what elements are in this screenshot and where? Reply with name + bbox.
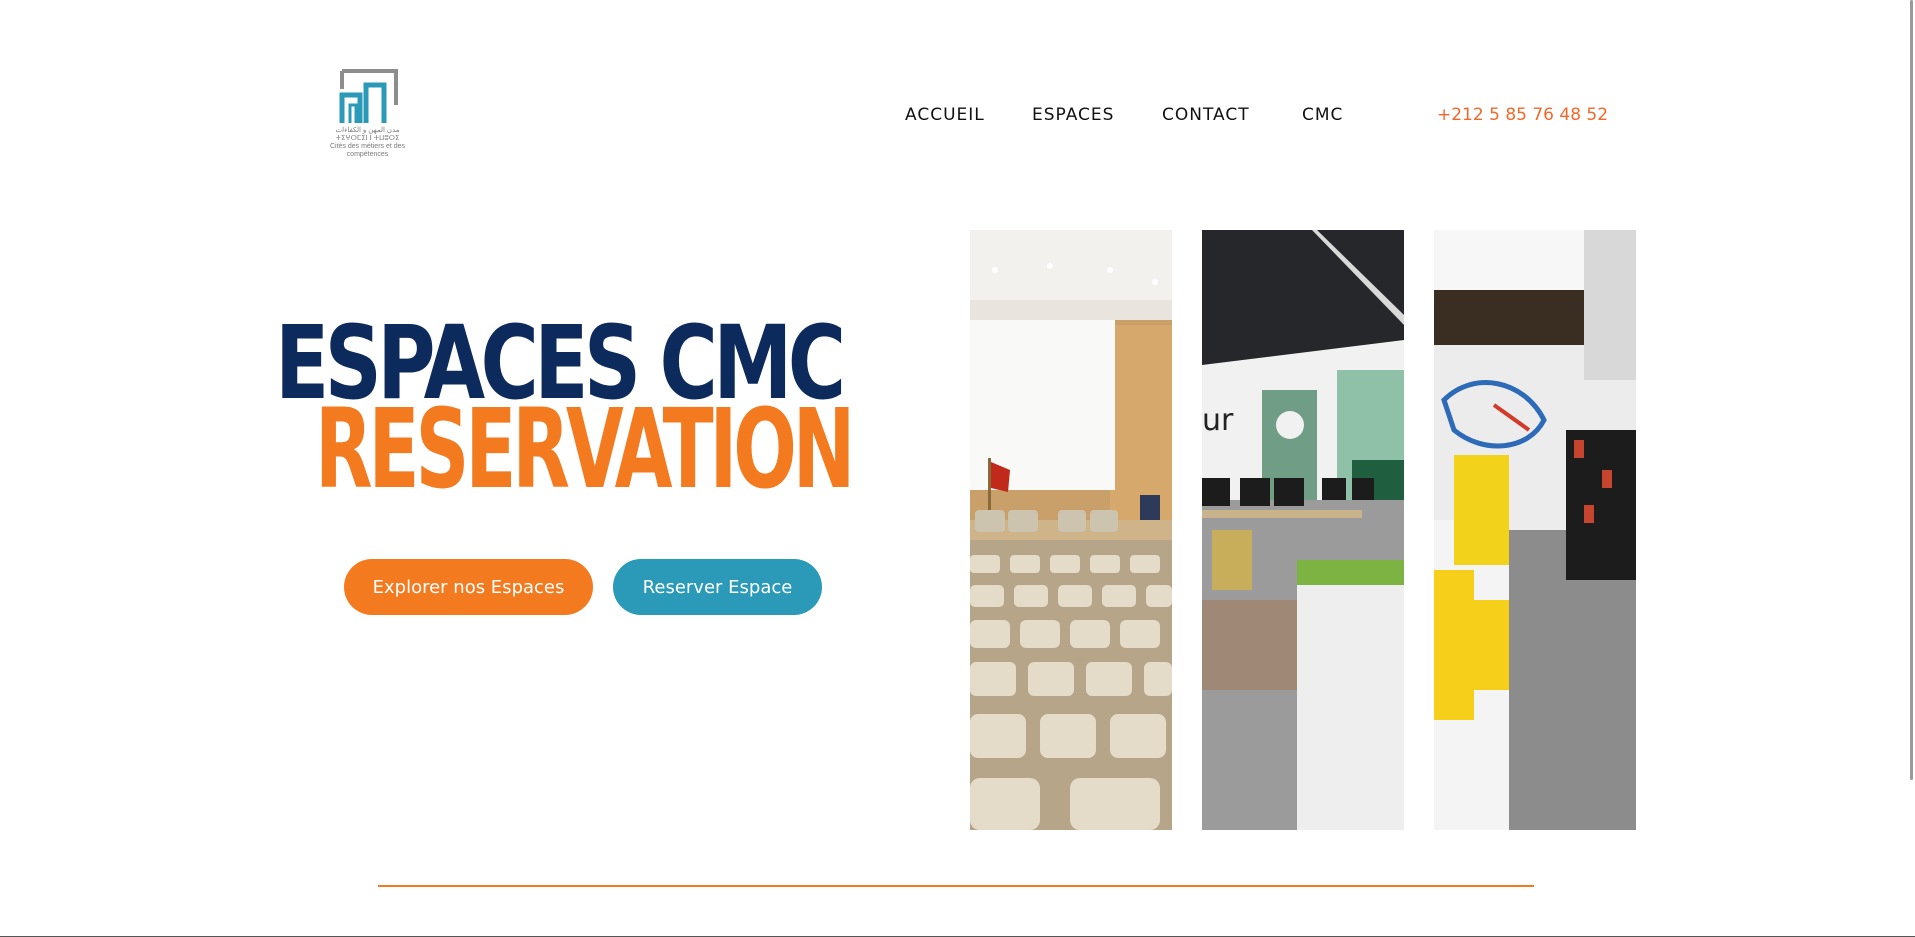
nav-cmc[interactable]: CMC (1302, 105, 1343, 129)
page-scrollbar[interactable] (1907, 0, 1915, 780)
logo-caption-french: Cités des métiers et des compétences (329, 143, 406, 158)
library-photo (1434, 230, 1636, 830)
scrollbar-thumb[interactable] (1910, 0, 1913, 780)
nav-espaces[interactable]: ESPACES (1032, 105, 1114, 129)
logo-caption: مدن المهن و الكفاءات ⵜⵉⵖⵔⵎⵉⵏ ⵏ ⵜⵡⵓⵔⵉ Cit… (310, 127, 425, 159)
logo-mark-icon (339, 69, 398, 123)
svg-text:ur: ur (1202, 403, 1234, 438)
section-divider (378, 885, 1534, 887)
computer-room-photo: ur (1202, 230, 1404, 830)
nav-accueil[interactable]: ACCUEIL (905, 105, 985, 129)
hero-title-line2: RESERVATION (315, 385, 855, 513)
nav-contact[interactable]: CONTACT (1162, 105, 1250, 129)
explore-spaces-button[interactable]: Explorer nos Espaces (344, 559, 593, 615)
auditorium-photo (970, 230, 1172, 830)
phone-link[interactable]: +212 5 85 76 48 52 (1437, 105, 1608, 125)
logo-caption-tifinagh: ⵜⵉⵖⵔⵎⵉⵏ ⵏ ⵜⵡⵓⵔⵉ (335, 135, 400, 142)
reserve-space-button[interactable]: Reserver Espace (613, 559, 822, 615)
logo-caption-arabic: مدن المهن و الكفاءات (335, 127, 400, 134)
cmc-logo[interactable]: مدن المهن و الكفاءات ⵜⵉⵖⵔⵎⵉⵏ ⵏ ⵜⵡⵓⵔⵉ Cit… (310, 65, 425, 160)
